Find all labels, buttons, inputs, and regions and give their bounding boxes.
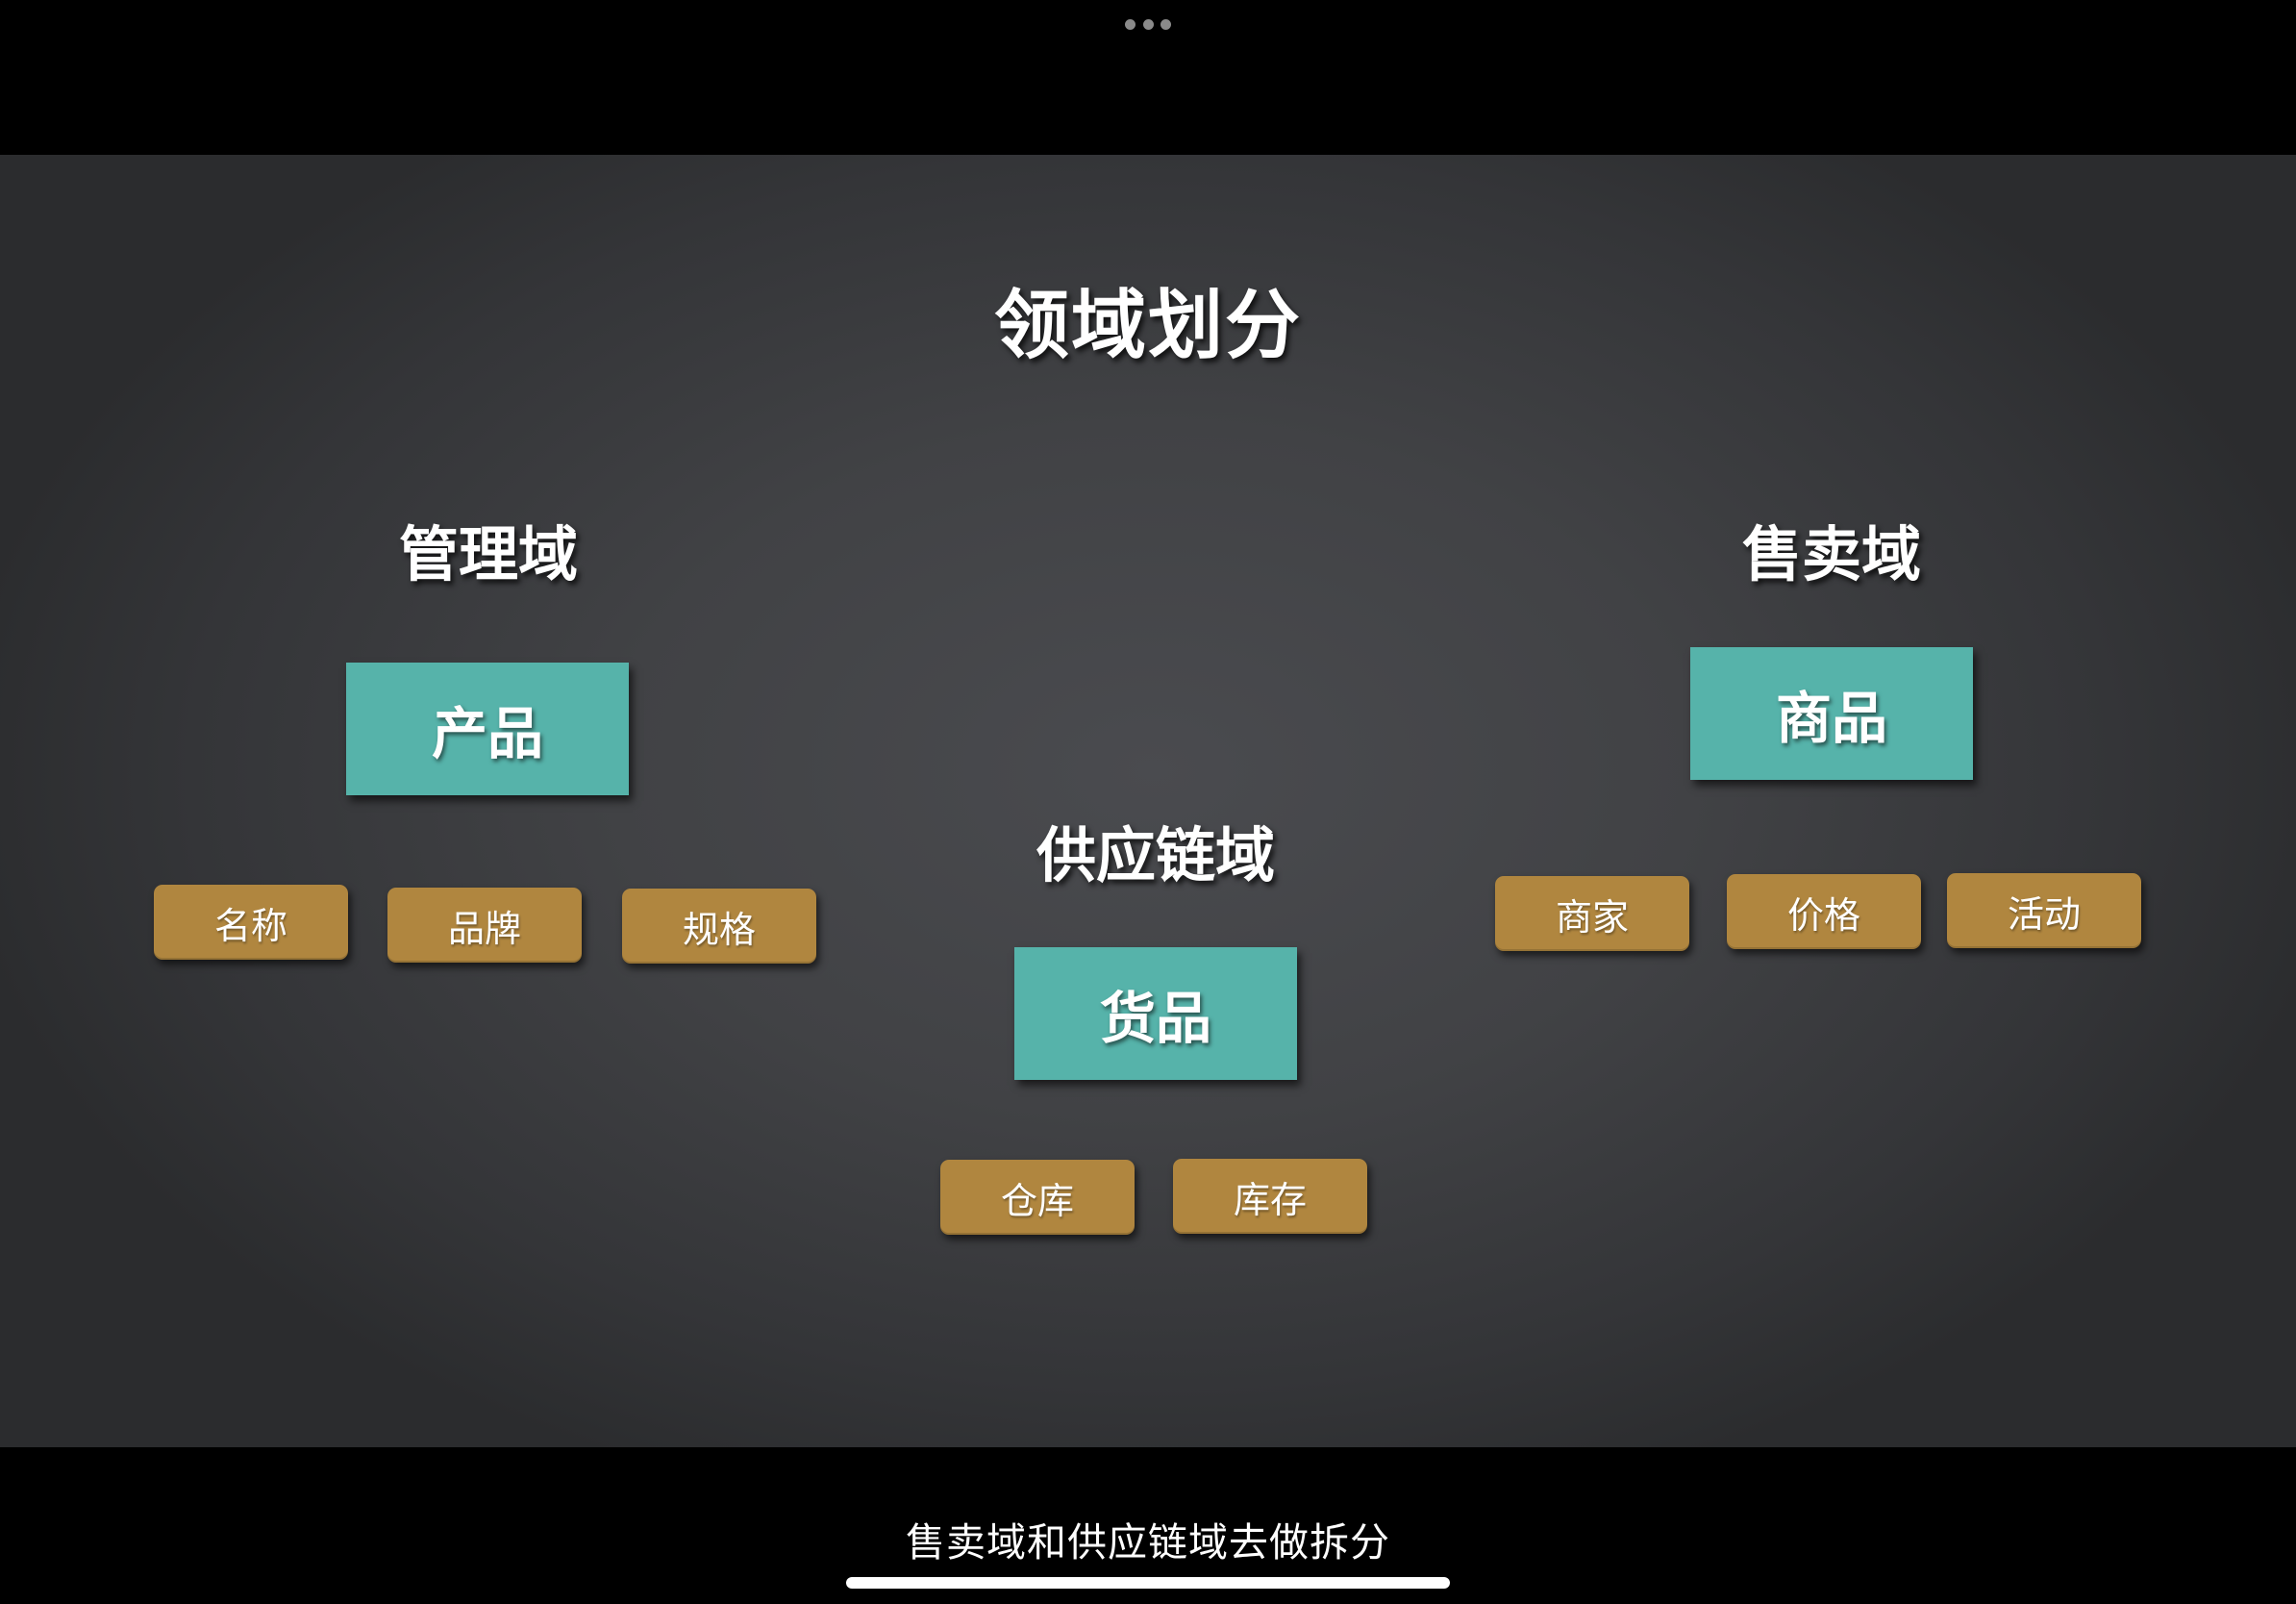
domain-label-sales: 售卖域 <box>1741 519 1921 589</box>
slide-title: 领域划分 <box>993 283 1302 369</box>
attribute-inventory: 库存 <box>1173 1159 1367 1234</box>
attribute-merchant: 商家 <box>1495 876 1689 951</box>
screen: 领域划分 管理域 产品 名称 品牌 规格 供应链域 货品 仓库 库存 售卖域 商… <box>0 0 2296 1604</box>
home-indicator[interactable] <box>846 1577 1450 1589</box>
attribute-spec: 规格 <box>622 889 816 964</box>
attribute-brand: 品牌 <box>387 888 582 963</box>
more-options-icon[interactable] <box>1125 17 1171 31</box>
attribute-price: 价格 <box>1727 874 1921 949</box>
entity-box-product: 产品 <box>346 663 629 795</box>
domain-label-supply-chain: 供应链域 <box>1036 820 1275 890</box>
attribute-name: 名称 <box>154 885 348 960</box>
slide: 领域划分 管理域 产品 名称 品牌 规格 供应链域 货品 仓库 库存 售卖域 商… <box>0 155 2296 1447</box>
video-caption: 售卖域和供应链域去做拆分 <box>906 1519 1390 1566</box>
domain-label-management: 管理域 <box>398 519 578 589</box>
attribute-promotion: 活动 <box>1947 873 2141 948</box>
entity-box-commodity: 商品 <box>1690 647 1973 780</box>
entity-box-goods: 货品 <box>1014 947 1297 1080</box>
attribute-warehouse: 仓库 <box>940 1160 1135 1235</box>
